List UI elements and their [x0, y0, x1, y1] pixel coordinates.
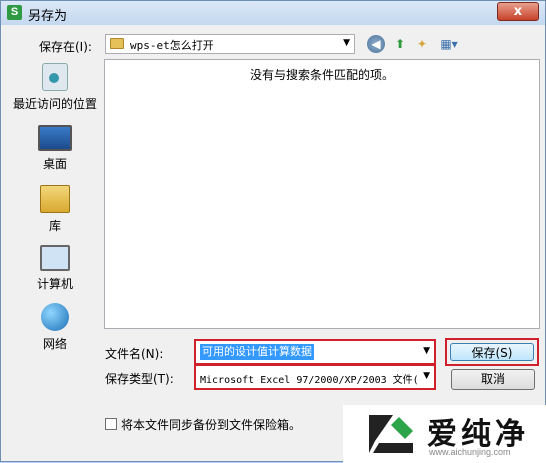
place-network[interactable]: 网络	[11, 303, 99, 352]
wps-app-icon: S	[7, 5, 22, 20]
close-button[interactable]: x	[497, 2, 539, 21]
up-folder-icon[interactable]: ⬆	[391, 35, 409, 53]
aichunjing-logo-icon	[369, 415, 413, 453]
computer-icon	[40, 245, 70, 271]
file-list[interactable]: 没有与搜索条件匹配的项。	[104, 59, 540, 329]
save-in-label: 保存在(I):	[39, 40, 92, 54]
network-icon	[41, 303, 69, 331]
watermark-url: www.aichunjing.com	[429, 447, 511, 457]
backup-checkbox[interactable]	[105, 418, 117, 430]
chevron-down-icon[interactable]: ▼	[423, 371, 430, 381]
dialog-title: 另存为	[28, 9, 68, 24]
view-menu-icon[interactable]: ▦▾	[437, 35, 461, 53]
place-label: 最近访问的位置	[12, 97, 97, 111]
place-recent[interactable]: 最近访问的位置	[11, 63, 99, 112]
cancel-button[interactable]: 取消	[451, 369, 535, 390]
desktop-icon	[38, 125, 72, 151]
folder-icon	[110, 38, 124, 49]
library-icon	[40, 185, 70, 213]
title-bar[interactable]: S 另存为 x	[1, 1, 545, 25]
place-label: 桌面	[42, 157, 67, 171]
save-button-label: 保存(S)	[450, 343, 534, 361]
watermark: 爱纯净 www.aichunjing.com	[343, 405, 546, 463]
chevron-down-icon[interactable]: ▼	[423, 346, 430, 356]
place-label: 计算机	[36, 277, 73, 291]
location-dropdown[interactable]: wps-et怎么打开 ▼	[105, 34, 355, 54]
filename-value: 可用的设计值计算数据	[200, 344, 314, 360]
filename-input[interactable]: 可用的设计值计算数据 ▼	[194, 339, 436, 365]
place-label: 网络	[42, 337, 67, 351]
chevron-down-icon: ▼	[343, 38, 350, 48]
filetype-value: Microsoft Excel 97/2000/XP/2003 文件(	[200, 375, 419, 386]
empty-message: 没有与搜索条件匹配的项。	[249, 68, 394, 82]
places-bar: 最近访问的位置 桌面 库 计算机 网络	[11, 59, 99, 373]
save-button[interactable]: 保存(S)	[445, 338, 539, 366]
place-computer[interactable]: 计算机	[11, 245, 99, 292]
backup-label: 将本文件同步备份到文件保险箱。	[121, 418, 302, 432]
new-folder-icon[interactable]: ✦	[413, 35, 431, 53]
save-as-dialog: S 另存为 x 保存在(I): wps-et怎么打开 ▼ ◀ ⬆ ✦ ▦▾ 最近…	[0, 0, 546, 463]
filename-label: 文件名(N):	[105, 347, 164, 361]
location-value: wps-et怎么打开	[130, 39, 214, 52]
filetype-label: 保存类型(T):	[105, 372, 174, 386]
place-label: 库	[48, 219, 61, 233]
back-icon[interactable]: ◀	[367, 35, 385, 53]
filetype-select[interactable]: Microsoft Excel 97/2000/XP/2003 文件( ▼	[194, 364, 436, 390]
place-desktop[interactable]: 桌面	[11, 125, 99, 172]
recent-places-icon	[42, 63, 68, 91]
place-library[interactable]: 库	[11, 185, 99, 234]
